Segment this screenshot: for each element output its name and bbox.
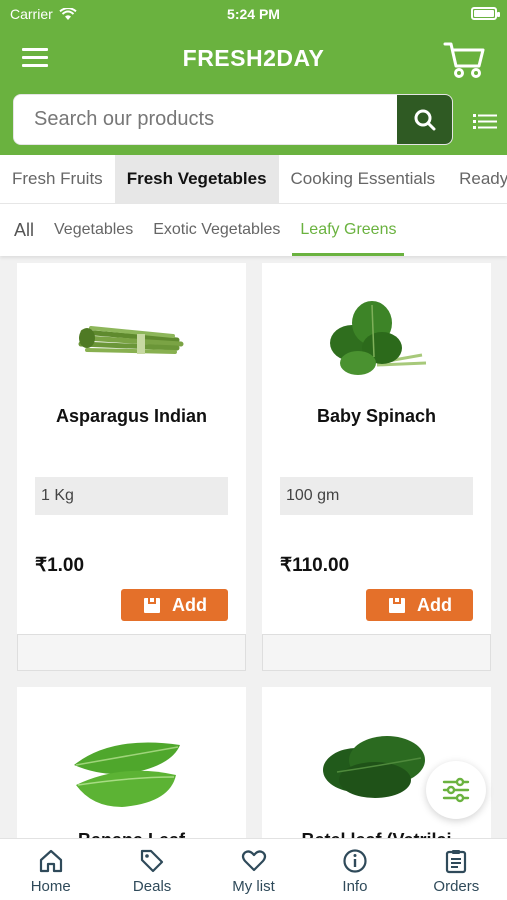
subtab-exotic-vegetables[interactable]: Exotic Vegetables (143, 204, 290, 256)
clipboard-icon (446, 850, 467, 874)
card-footer (262, 634, 491, 671)
tab-ready-to[interactable]: Ready to (447, 155, 507, 203)
tag-icon (141, 849, 164, 873)
tab-cooking-essentials[interactable]: Cooking Essentials (279, 155, 448, 203)
cart-button[interactable] (443, 40, 487, 80)
betel-leaf-image (322, 736, 425, 798)
product-price: ₹1.00 (35, 555, 85, 576)
product-name: Asparagus Indian (55, 406, 208, 426)
bag-icon (144, 598, 160, 613)
subcategory-tabs: All Vegetables Exotic Vegetables Leafy G… (0, 204, 507, 256)
search-bar (13, 94, 453, 145)
heart-icon (241, 850, 266, 872)
product-card[interactable]: Banana Leaf (17, 687, 246, 850)
add-to-cart-button[interactable]: Add (121, 589, 228, 621)
filter-sliders-icon (442, 777, 470, 803)
bag-icon (389, 598, 405, 613)
category-tabs: Fresh Fruits Fresh Vegetables Cooking Es… (0, 155, 507, 204)
nav-info[interactable]: Info (304, 839, 405, 900)
nav-home-label: Home (30, 878, 71, 895)
product-image (262, 283, 491, 393)
brand-title: FRESH2DAY (182, 45, 325, 71)
tab-fresh-vegetables[interactable]: Fresh Vegetables (114, 155, 279, 203)
cart-icon (443, 42, 485, 78)
bottom-navigation: Home Deals My list Info Orders (0, 838, 507, 900)
nav-deals-label: Deals (132, 878, 172, 895)
product-price: ₹110.00 (280, 555, 350, 576)
list-view-button[interactable] (473, 111, 497, 131)
product-image (17, 705, 246, 825)
nav-home[interactable]: Home (0, 839, 101, 900)
product-card[interactable]: Asparagus Indian 1 Kg ₹1.00 Add (17, 263, 246, 671)
nav-my-list[interactable]: My list (203, 839, 304, 900)
add-label: Add (417, 594, 452, 615)
nav-orders-label: Orders (433, 878, 480, 895)
nav-orders[interactable]: Orders (406, 839, 507, 900)
card-footer (17, 634, 246, 671)
battery-icon (471, 7, 500, 20)
banana-leaf-image (73, 742, 180, 807)
asparagus-image (78, 326, 183, 354)
product-image (17, 283, 246, 393)
product-name: Baby Spinach (316, 406, 437, 426)
subtab-all[interactable]: All (4, 204, 44, 256)
search-button[interactable] (397, 95, 452, 144)
tab-fresh-fruits[interactable]: Fresh Fruits (0, 155, 115, 203)
add-to-cart-button[interactable]: Add (366, 589, 473, 621)
list-icon (473, 114, 497, 129)
spinach-image (329, 301, 426, 375)
search-input[interactable] (14, 95, 398, 144)
filter-button[interactable] (426, 761, 486, 819)
add-label: Add (172, 594, 207, 615)
nav-deals[interactable]: Deals (101, 839, 202, 900)
product-card[interactable]: Baby Spinach 100 gm ₹110.00 Add (262, 263, 491, 671)
app-header: Carrier 5:24 PM FRESH2DAY (0, 0, 507, 155)
status-bar: Carrier 5:24 PM (0, 0, 507, 28)
quantity-selector[interactable]: 1 Kg (35, 477, 228, 515)
subtab-vegetables[interactable]: Vegetables (44, 204, 143, 256)
search-icon (414, 109, 435, 130)
quantity-selector[interactable]: 100 gm (280, 477, 473, 515)
info-icon (343, 849, 367, 873)
status-time: 5:24 PM (227, 6, 280, 22)
nav-info-label: Info (342, 878, 368, 895)
subtab-leafy-greens[interactable]: Leafy Greens (290, 204, 406, 256)
home-icon (39, 849, 62, 873)
nav-my-list-label: My list (232, 878, 275, 895)
